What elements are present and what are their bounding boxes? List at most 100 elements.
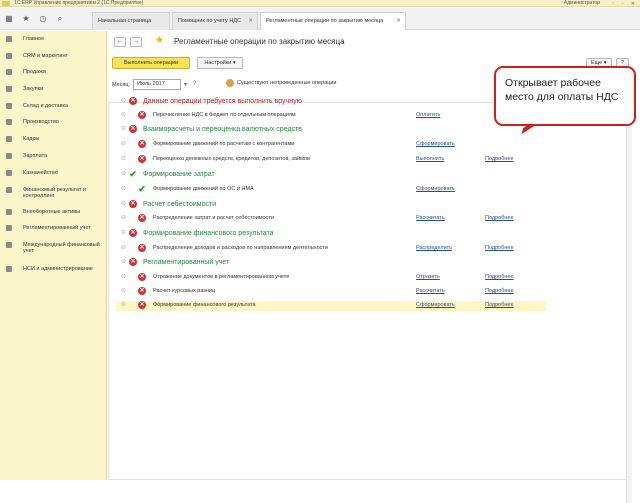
current-user[interactable]: Администратор (564, 0, 600, 7)
tab-month-close-label: Регламентные операции по закрытию месяца (266, 18, 384, 24)
error-status-icon: ✕ (138, 287, 146, 295)
sidebar-item-label: Производство (23, 119, 59, 125)
checkmark-icon: ✔ (129, 169, 137, 179)
collapse-icon: ⊖ (121, 215, 127, 221)
details-link[interactable]: Подробнее (485, 156, 514, 162)
error-status-icon: ✕ (138, 111, 146, 119)
error-status-icon: ✕ (129, 258, 137, 266)
operation-row: ⊖ ✕ Формирование движений по расчетам с … (118, 140, 548, 150)
collapse-icon: ⊖ (121, 302, 127, 308)
collapse-icon[interactable]: ⊖ (121, 259, 126, 265)
section-header[interactable]: ⊖ ✕ Данные операции требуется выполнить … (118, 97, 548, 107)
unposted-notice[interactable]: Существуют непроведенные операции (237, 80, 337, 86)
collapse-icon: ⊖ (121, 156, 127, 162)
grid-menu-icon[interactable]: ▦ (4, 14, 14, 24)
warehouse-icon (6, 103, 12, 109)
operation-action-link[interactable]: Рассчитать (416, 215, 445, 221)
vertical-scrollbar[interactable] (626, 103, 632, 503)
operation-action-link[interactable]: Отразить (416, 274, 440, 280)
run-operations-button[interactable]: Выполнить операции (112, 57, 190, 69)
details-link[interactable]: Подробнее (485, 288, 514, 294)
admin-icon (6, 266, 12, 272)
error-status-icon: ✕ (138, 301, 146, 309)
sidebar-item-label: Кадры (23, 136, 40, 142)
section-header[interactable]: ⊖ ✕ Расчет себестоимости (118, 200, 548, 210)
details-link[interactable]: Подробнее (485, 302, 514, 308)
operation-action-link[interactable]: Выполнить (416, 156, 444, 162)
error-status-icon: ✕ (129, 125, 137, 133)
window-controls[interactable]: ▫ ▫ ✕ (612, 1, 638, 7)
forward-button[interactable]: → (130, 37, 142, 47)
page-title: Регламентные операции по закрытию месяца (174, 37, 345, 46)
collapse-icon: ⊖ (121, 245, 127, 251)
details-link[interactable]: Подробнее (485, 274, 514, 280)
operation-label: Формирование движений по ОС и НМА (153, 186, 254, 192)
section-header[interactable]: ⊖ ✕ Регламентированный учет (118, 258, 548, 268)
section-header[interactable]: ⊖ ✕ Формирование финансового результата (118, 229, 548, 239)
section-title: Регламентированный учет (143, 259, 230, 266)
finance-icon (6, 187, 12, 193)
salary-icon (6, 153, 12, 159)
operation-row: ⊖ ✕ Распределение доходов и расходов по … (118, 244, 548, 254)
operation-row: ⊖ ✕ Распределение затрат и расчет себест… (118, 214, 548, 224)
error-status-icon: ✕ (138, 155, 146, 163)
tab-vat-assistant[interactable]: Помощник по учету НДС ✕ (172, 12, 258, 30)
section-title: Формирование финансового результата (143, 230, 274, 237)
operation-label: Формирование финансового результата (153, 302, 256, 308)
error-status-icon: ✕ (138, 244, 146, 252)
assets-icon (6, 209, 12, 215)
search-icon[interactable]: ⌕ (55, 14, 65, 24)
operation-action-link[interactable]: Оплатить (416, 112, 440, 118)
operation-action-link[interactable]: Рассчитать (416, 288, 445, 294)
history-icon[interactable]: ◷ (38, 14, 48, 24)
settings-button[interactable]: Настройки ▾ (197, 57, 243, 69)
section-title: Расчет себестоимости (143, 201, 217, 208)
month-label: Месяц: (112, 82, 131, 88)
collapse-icon[interactable]: ⊖ (121, 126, 126, 132)
operation-action-link[interactable]: Сформировать (416, 141, 455, 147)
close-icon[interactable]: ✕ (248, 13, 253, 29)
treasury-icon (6, 170, 12, 176)
sidebar-item-label: Продажи (23, 69, 46, 75)
operation-label: Формирование движений по расчетам с конт… (153, 141, 295, 147)
collapse-icon[interactable]: ⊖ (121, 171, 126, 177)
collapse-icon: ⊖ (121, 288, 127, 294)
ifrs-icon (6, 242, 12, 248)
section-header[interactable]: ⊖ ✕ Взаиморасчеты и переоценка валютных … (118, 125, 548, 135)
sidebar-item-label: Регламентированный учет (23, 225, 91, 231)
purchases-icon (6, 86, 12, 92)
collapse-icon[interactable]: ⊖ (121, 201, 126, 207)
crm-icon (6, 53, 12, 59)
operation-label: Отражение документов в регламентированно… (153, 274, 290, 280)
error-status-icon: ✕ (138, 214, 146, 222)
menu-icon (6, 36, 12, 42)
back-button[interactable]: ← (114, 37, 126, 47)
collapse-icon: ⊖ (121, 141, 127, 147)
collapse-icon[interactable]: ⊖ (121, 230, 126, 236)
tab-home[interactable]: Начальная страница (92, 12, 170, 30)
tab-home-label: Начальная страница (98, 18, 152, 24)
operation-action-link[interactable]: Распределить (416, 245, 452, 251)
sidebar-item-label: CRM и маркетинг (23, 53, 68, 59)
collapse-icon[interactable]: ⊖ (121, 98, 126, 104)
close-icon[interactable]: ✕ (396, 13, 401, 29)
chevron-down-icon[interactable]: ▾ (184, 81, 187, 88)
sidebar-item-label: Казначейство (23, 170, 58, 176)
details-link[interactable]: Подробнее (485, 215, 514, 221)
details-link[interactable]: Подробнее (485, 245, 514, 251)
operation-row-selected[interactable]: ⊖ ✕ Формирование финансового результата … (116, 301, 546, 311)
favorites-star-icon[interactable]: ★ (21, 14, 31, 24)
sidebar-item-label: Международный финансовый учет (23, 242, 100, 254)
operation-row: ⊖ ✕ Расчет курсовых разниц Рассчитать По… (118, 287, 548, 297)
sidebar: Главное CRM и маркетинг Продажи Закупки … (0, 31, 107, 480)
favorite-star-icon[interactable]: ★ (155, 36, 164, 46)
month-field[interactable]: Июль 2017 (133, 79, 181, 90)
sidebar-item-label: Зарплата (23, 153, 48, 159)
operation-label: Распределение доходов и расходов по напр… (153, 245, 328, 251)
operation-row: ⊖ ✕ Отражение документов в регламентиров… (118, 273, 548, 283)
section-header[interactable]: ⊖ ✔ Формирование затрат (118, 170, 548, 180)
tab-month-close[interactable]: Регламентные операции по закрытию месяца… (260, 12, 406, 30)
operation-action-link[interactable]: Сформировать (416, 186, 455, 192)
operation-action-link[interactable]: Сформировать (416, 302, 455, 308)
help-icon[interactable]: ? (193, 81, 196, 87)
